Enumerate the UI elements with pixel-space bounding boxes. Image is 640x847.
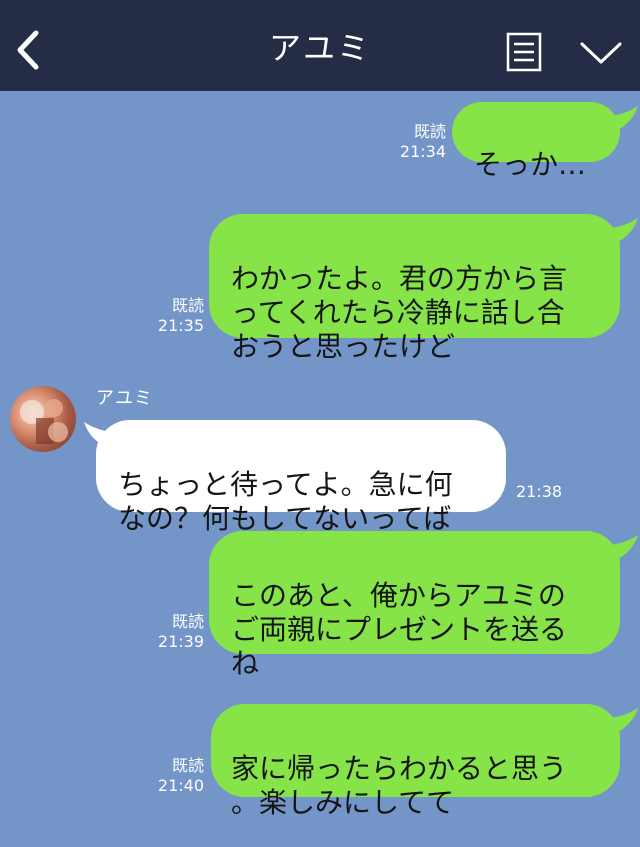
- bubble-tail: [606, 218, 638, 244]
- message-text: 家に帰ったらわかると思う 。楽しみにしてて: [231, 752, 568, 819]
- message-text: このあと、俺からアユミの ご両親にプレゼントを送る ね: [231, 579, 568, 680]
- read-receipt: 既読: [171, 296, 204, 315]
- back-arrow-icon: [17, 30, 39, 70]
- message-text: そっか…: [474, 148, 587, 181]
- message-bubble-outgoing[interactable]: このあと、俺からアユミの ご両親にプレゼントを送る ね: [209, 531, 620, 680]
- bubble-tail: [606, 708, 638, 734]
- message-meta: 既読 21:40: [148, 756, 204, 796]
- avatar[interactable]: [10, 386, 76, 452]
- message-bubble-outgoing[interactable]: 家に帰ったらわかると思う 。楽しみにしてて: [211, 704, 620, 819]
- read-receipt: 既読: [413, 122, 446, 141]
- dropdown-button[interactable]: [578, 38, 624, 68]
- message-time: 21:39: [157, 632, 204, 651]
- message-meta: 既読 21:39: [148, 612, 204, 652]
- message-time: 21:40: [157, 776, 204, 795]
- menu-button[interactable]: [506, 32, 542, 72]
- message-time: 21:35: [157, 316, 204, 335]
- message-time: 21:38: [516, 482, 563, 501]
- sender-name: アユミ: [96, 388, 153, 409]
- chat-title: アユミ: [268, 29, 371, 67]
- message-bubble-outgoing[interactable]: そっか…: [452, 102, 620, 181]
- read-receipt: 既読: [171, 756, 204, 775]
- message-bubble-outgoing[interactable]: わかったよ。君の方から言 ってくれたら冷静に話し合 おうと思ったけど: [209, 214, 620, 363]
- back-button[interactable]: [12, 28, 46, 72]
- bubble-tail: [606, 535, 638, 561]
- bubble-tail: [606, 106, 638, 132]
- avatar-image: [20, 399, 68, 444]
- message-meta: 既読 21:34: [390, 122, 446, 162]
- message-bubble-incoming[interactable]: ちょっと待ってよ。急に何 なの？何もしてないってば: [96, 420, 506, 535]
- message-meta: 既読 21:35: [148, 296, 204, 336]
- message-time: 21:34: [399, 142, 446, 161]
- menu-icon: [506, 32, 542, 72]
- message-text: ちょっと待ってよ。急に何 なの？何もしてないってば: [118, 468, 453, 535]
- message-meta: 21:38: [516, 482, 572, 502]
- message-text: わかったよ。君の方から言 ってくれたら冷静に話し合 おうと思ったけど: [231, 262, 568, 363]
- read-receipt: 既読: [171, 612, 204, 631]
- chat-header: アユミ: [0, 0, 640, 91]
- chevron-down-icon: [580, 42, 622, 64]
